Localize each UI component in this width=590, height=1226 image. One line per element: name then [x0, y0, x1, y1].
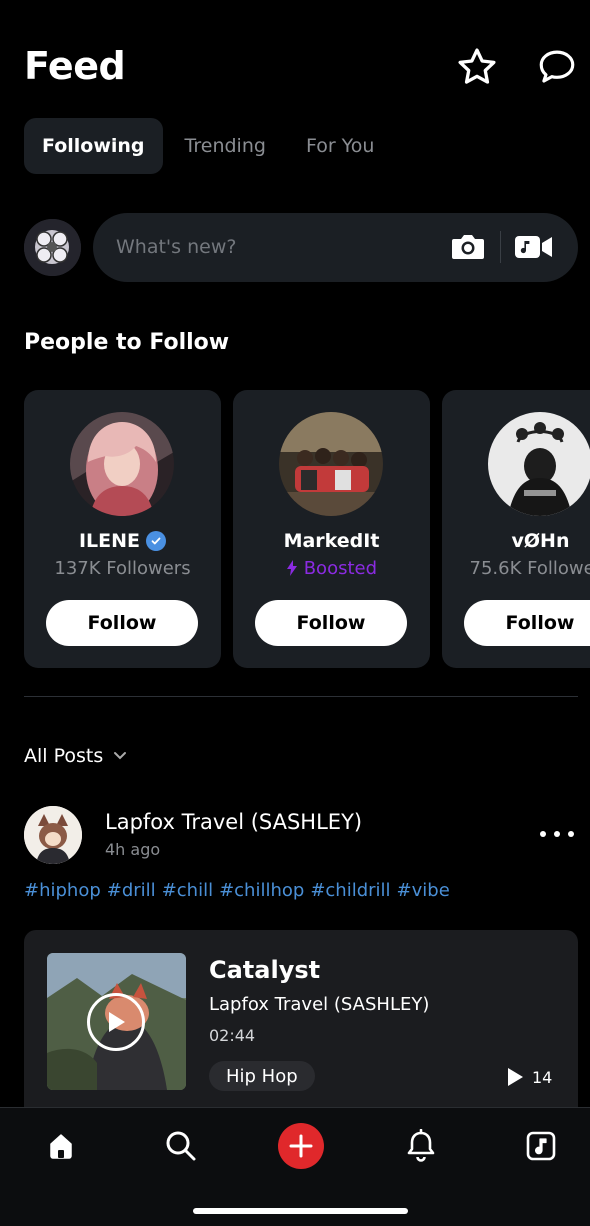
video-icon[interactable]	[513, 231, 555, 263]
people-section-title: People to Follow	[24, 330, 230, 355]
person-avatar[interactable]	[488, 412, 590, 516]
person-card[interactable]: vØHn 75.6K Followers Follow	[442, 390, 590, 668]
person-avatar[interactable]	[279, 412, 383, 516]
person-name: vØHn	[511, 530, 570, 552]
boosted-label: Boosted	[233, 558, 430, 579]
hashtag-link[interactable]: #vibe	[397, 880, 450, 901]
create-button[interactable]	[278, 1123, 324, 1169]
camera-icon[interactable]	[450, 231, 486, 263]
search-icon[interactable]	[157, 1122, 205, 1170]
composer-input[interactable]: What's new?	[93, 213, 578, 282]
tab-following[interactable]: Following	[24, 118, 163, 174]
person-followers: 75.6K Followers	[469, 558, 590, 579]
genre-tag[interactable]: Hip Hop	[209, 1061, 315, 1091]
post-author-avatar[interactable]	[24, 806, 82, 864]
home-indicator[interactable]	[193, 1208, 408, 1214]
person-card[interactable]: ILENE 137K Followers Follow	[24, 390, 221, 668]
music-library-icon[interactable]	[517, 1122, 565, 1170]
home-icon[interactable]	[37, 1122, 85, 1170]
star-icon[interactable]	[454, 44, 500, 90]
divider	[24, 696, 578, 697]
lightning-icon	[286, 560, 297, 576]
track-duration: 02:44	[209, 1026, 256, 1045]
hashtag-link[interactable]: #childrill	[310, 880, 390, 901]
boosted-text: Boosted	[303, 558, 378, 579]
composer-placeholder: What's new?	[116, 236, 237, 258]
hashtag-link[interactable]: #chill	[162, 880, 213, 901]
more-options-icon[interactable]	[540, 822, 574, 846]
person-name: MarkedIt	[283, 530, 380, 552]
track-artwork[interactable]	[47, 953, 186, 1090]
follow-button[interactable]: Follow	[464, 600, 590, 646]
posts-filter-label: All Posts	[24, 745, 104, 767]
hashtag-link[interactable]: #hiphop	[24, 880, 101, 901]
person-name-row: vØHn	[442, 530, 590, 552]
chat-bubble-icon[interactable]	[534, 44, 580, 90]
verified-icon	[146, 531, 167, 551]
people-carousel[interactable]: ILENE 137K Followers Follow MarkedIt Boo…	[24, 390, 590, 668]
tab-trending[interactable]: Trending	[167, 118, 284, 174]
person-followers: 137K Followers	[54, 558, 191, 579]
feed-tabs: Following Trending For You	[24, 118, 396, 174]
play-count-value: 14	[532, 1067, 553, 1087]
composer-divider	[500, 231, 501, 263]
play-button[interactable]	[87, 993, 145, 1051]
person-name-row: MarkedIt	[233, 530, 430, 552]
track-title[interactable]: Catalyst	[209, 956, 320, 984]
header: Feed	[0, 0, 590, 110]
tab-for-you[interactable]: For You	[288, 118, 392, 174]
person-avatar[interactable]	[70, 412, 174, 516]
play-count-icon	[508, 1068, 523, 1086]
post-hashtags: #hiphop #drill #chill #chillhop #childri…	[24, 880, 450, 901]
track-card[interactable]: Catalyst Lapfox Travel (SASHLEY) 02:44 H…	[24, 930, 578, 1120]
page-title: Feed	[24, 44, 126, 88]
bell-icon[interactable]	[397, 1122, 445, 1170]
follow-button[interactable]: Follow	[255, 600, 407, 646]
person-card[interactable]: MarkedIt Boosted Follow	[233, 390, 430, 668]
play-count: 14	[506, 1067, 552, 1087]
person-name-row: ILENE	[24, 530, 221, 552]
track-artist[interactable]: Lapfox Travel (SASHLEY)	[209, 994, 429, 1015]
person-name: ILENE	[78, 530, 141, 552]
follow-button[interactable]: Follow	[46, 600, 198, 646]
post-author-name[interactable]: Lapfox Travel (SASHLEY)	[105, 810, 362, 834]
posts-filter-dropdown[interactable]: All Posts	[24, 745, 127, 767]
plus-icon[interactable]	[277, 1122, 325, 1170]
post-timestamp: 4h ago	[105, 840, 161, 859]
play-icon	[109, 1012, 125, 1032]
user-avatar[interactable]	[24, 219, 81, 276]
hashtag-link[interactable]: #chillhop	[219, 880, 304, 901]
chevron-down-icon	[114, 752, 127, 760]
hashtag-link[interactable]: #drill	[107, 880, 156, 901]
